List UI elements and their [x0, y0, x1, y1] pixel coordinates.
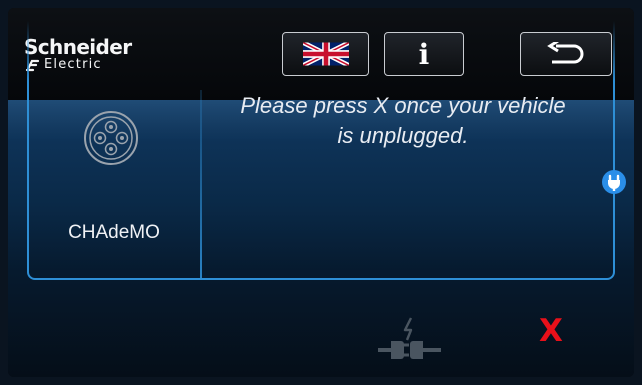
return-arrow-icon [547, 42, 584, 64]
panel-divider [200, 90, 202, 280]
chademo-connector-icon [84, 111, 138, 165]
language-button[interactable] [282, 32, 369, 76]
message-line-2: is unplugged. [337, 123, 469, 148]
connector-label: CHAdeMO [68, 222, 160, 243]
plug-status-icon [602, 170, 626, 194]
close-button[interactable]: X [534, 312, 568, 350]
charger-screen: Schneider Electric i CHAdeMO Please pres… [8, 8, 634, 377]
logo-subtitle: Electric [44, 57, 102, 72]
info-icon: i [418, 37, 430, 71]
info-button[interactable]: i [384, 32, 464, 76]
logo-name: Schneider [24, 35, 132, 59]
schneider-logo: Schneider Electric [24, 36, 132, 72]
message-line-1: Please press X once your vehicle [240, 93, 566, 118]
unplug-message: Please press X once your vehicle is unpl… [208, 91, 598, 151]
back-button[interactable] [520, 32, 612, 76]
unplug-icon [378, 317, 441, 359]
uk-flag-icon [302, 42, 349, 66]
